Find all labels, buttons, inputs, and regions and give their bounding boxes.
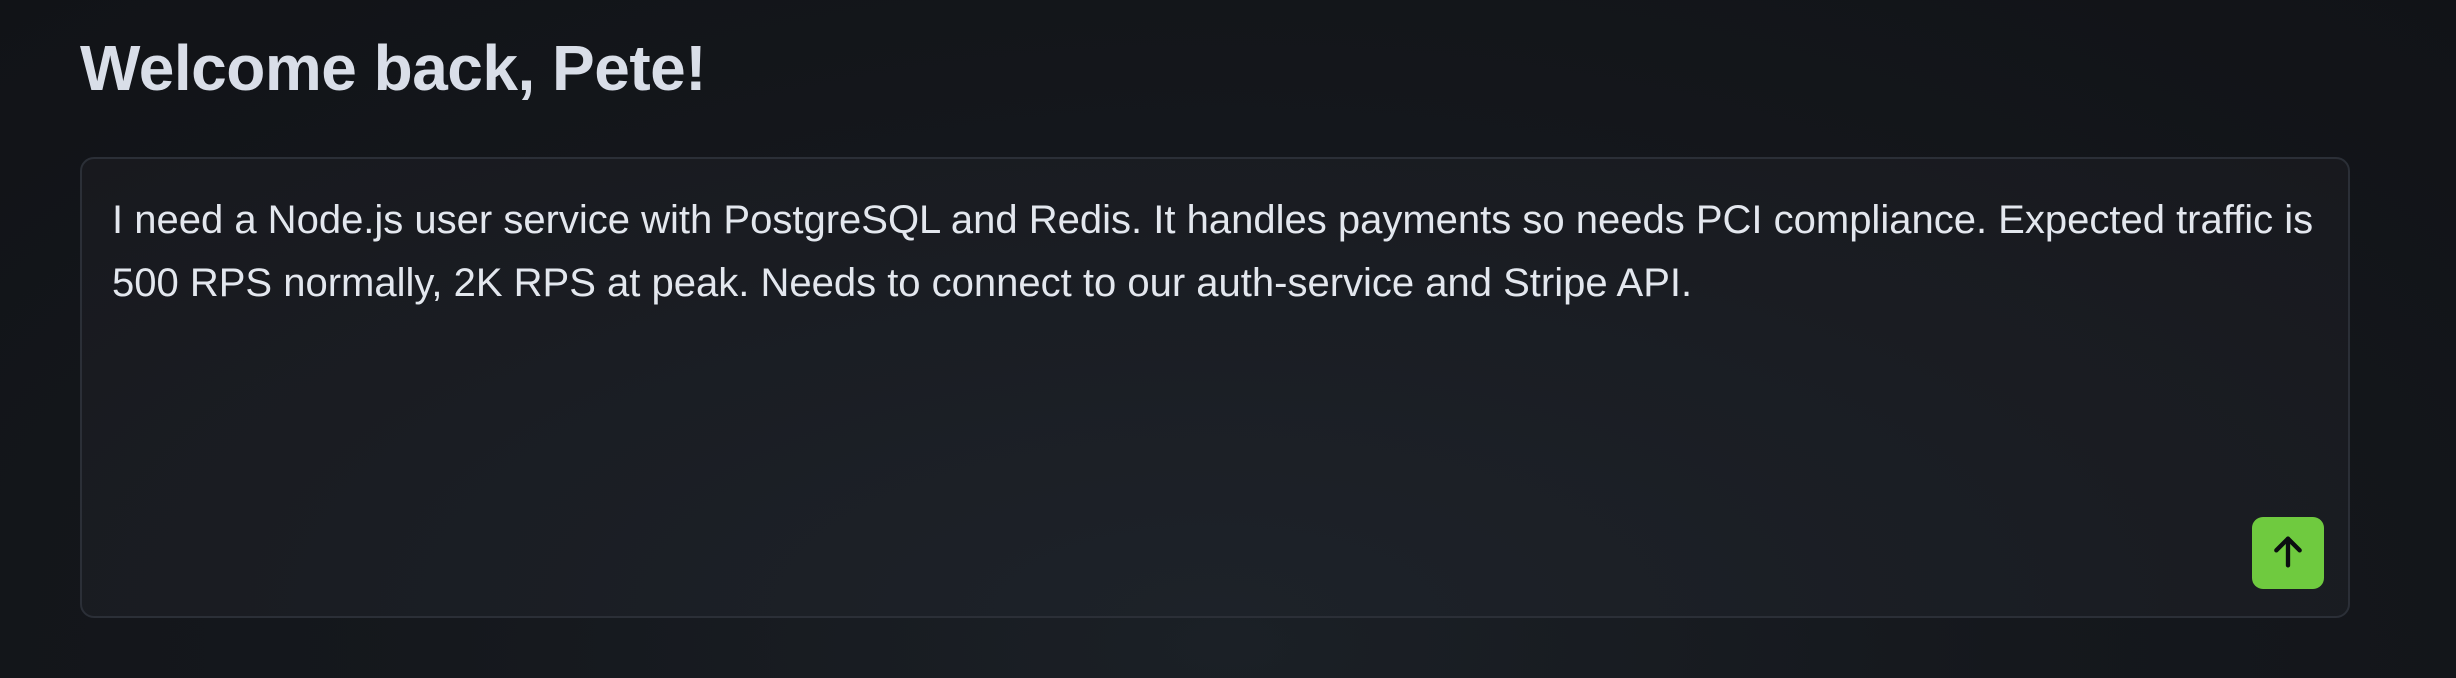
page: Welcome back, Pete! I need a Node.js use… bbox=[0, 0, 2456, 678]
arrow-up-icon bbox=[2268, 532, 2308, 575]
prompt-composer[interactable]: I need a Node.js user service with Postg… bbox=[80, 157, 2350, 618]
prompt-input[interactable]: I need a Node.js user service with Postg… bbox=[112, 189, 2324, 315]
send-button[interactable] bbox=[2252, 517, 2324, 589]
welcome-heading: Welcome back, Pete! bbox=[80, 32, 707, 104]
